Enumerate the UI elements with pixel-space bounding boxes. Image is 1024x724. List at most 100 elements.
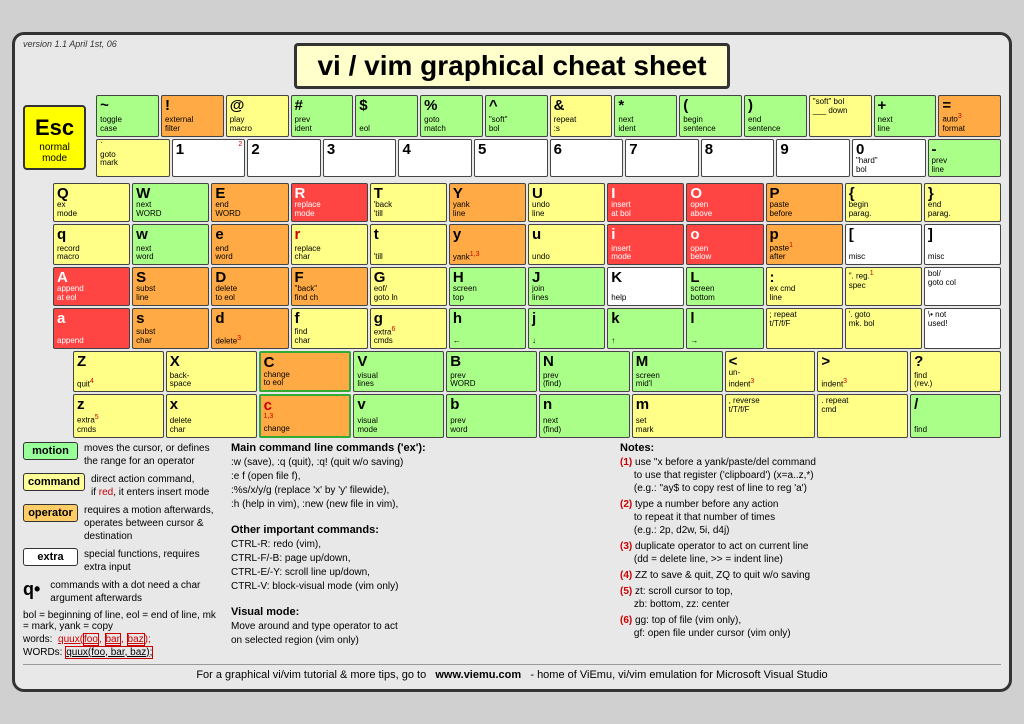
key-semicolon: ; repeatt/T/f/F (766, 308, 843, 349)
cmd-visual: Move around and type operator to act on … (231, 620, 612, 648)
dot-q-symbol: q• (23, 579, 40, 600)
legend-command: command direct action command,if red, it… (23, 473, 223, 499)
key-z: zextra5cmds (73, 394, 164, 437)
bottom-section: motion moves the cursor, or defines the … (23, 442, 1001, 658)
key-6: 6 (550, 139, 624, 178)
key-k: k↑ (607, 308, 684, 349)
key-V-upper: Vvisuallines (353, 351, 444, 392)
key-j: j↓ (528, 308, 605, 349)
key-slash: /find (910, 394, 1001, 437)
cmd-title: Main command line commands ('ex'): (231, 442, 612, 454)
key-l: l→ (686, 308, 763, 349)
key-M-upper: Mscreenmid'l (632, 351, 723, 392)
footer-suffix: - home of ViEmu, vi/vim emulation for Mi… (530, 669, 827, 681)
motion-badge: motion (23, 442, 78, 460)
key-J-upper: Jjoinlines (528, 267, 605, 306)
key-apostrophe: '. gotomk. bol (845, 308, 922, 349)
footer: For a graphical vi/vim tutorial & more t… (23, 664, 1001, 681)
key-1: 2 1 (172, 139, 246, 178)
commands-col: Main command line commands ('ex'): :w (s… (231, 442, 612, 658)
cmd-main: :w (save), :q (quit), :q! (quit w/o savi… (231, 456, 612, 512)
key-X-upper: Xback-space (166, 351, 257, 392)
key-equal: = auto3format (938, 95, 1001, 136)
key-caret: ^ "soft"bol (485, 95, 548, 136)
key-b: bprevword (446, 394, 537, 437)
legend-dot: q• commands with a dot need a char argum… (23, 579, 223, 605)
key-R-upper: Rreplacemode (291, 183, 368, 222)
dot-desc: commands with a dot need a char argument… (50, 579, 223, 605)
legend-operator: operator requires a motion afterwards, o… (23, 504, 223, 543)
key-backtick: `gotomark (96, 139, 170, 178)
key-comma: , reverset/T/f/F (725, 394, 816, 437)
key-backslash2: \• notused! (924, 308, 1001, 349)
note-5: (5) zt: scroll cursor to top, zb: bottom… (620, 585, 1001, 611)
notes-col: Notes: (1) use "x before a yank/paste/de… (620, 442, 1001, 658)
key-Z-upper: Zquit4 (73, 351, 164, 392)
key-9: 9 (776, 139, 850, 178)
key-dollar: $ eol (355, 95, 418, 136)
key-Q: Qexmode (53, 183, 130, 222)
key-v: vvisualmode (353, 394, 444, 437)
note-6: (6) gg: top of file (vim only), gf: open… (620, 614, 1001, 640)
key-gt: >indent3 (817, 351, 908, 392)
note-1: (1) use "x before a yank/paste/del comma… (620, 456, 1001, 495)
zxcv-row-lower: zextra5cmds xdeletechar c1,3change vvisu… (73, 394, 1001, 437)
key-O-upper: Oopenabove (686, 183, 763, 222)
key-x: xdeletechar (166, 394, 257, 437)
extra-badge: extra (23, 548, 78, 566)
key-A-upper: Aappendat eol (53, 267, 130, 306)
key-i: iinsertmode (607, 224, 684, 265)
key-7: 7 (625, 139, 699, 178)
key-5: 5 (474, 139, 548, 178)
zxcv-row-upper: Zquit4 Xback-space Cchangeto eol Vvisual… (73, 351, 1001, 392)
key-brace-close: }endparag. (924, 183, 1001, 222)
command-badge: command (23, 473, 85, 491)
key-F-upper: F"back"find ch (291, 267, 368, 306)
key-at: @ playmacro (226, 95, 289, 136)
key-w: wnextword (132, 224, 209, 265)
number-row: ~ togglecase ! externalfilter @ playmacr… (96, 95, 1001, 136)
key-c: c1,3change (259, 394, 352, 437)
motion-desc: moves the cursor, or defines the range f… (84, 442, 223, 468)
key-star: * nextident (614, 95, 677, 136)
key-n: nnext(find) (539, 394, 630, 437)
words-line2: WORDs: quux(foo, bar, baz); (23, 647, 223, 658)
key-amp: & repeat:s (550, 95, 613, 136)
cmd-visual-title: Visual mode: (231, 606, 612, 618)
key-q: qrecordmacro (53, 224, 130, 265)
header-row: Esc normalmode ~ togglecase ! externalfi… (23, 95, 1001, 179)
key-K-upper: Khelp (607, 267, 684, 306)
key-p: ppaste1after (766, 224, 843, 265)
command-desc: direct action command,if red, it enters … (91, 473, 209, 499)
qwerty-row-upper: Qexmode WnextWORD EendWORD Rreplacemode … (53, 183, 1001, 222)
key-I-upper: Iinsertat bol (607, 183, 684, 222)
cmd-other-title: Other important commands: (231, 524, 612, 536)
footer-text: For a graphical vi/vim tutorial & more t… (196, 669, 426, 681)
key-h: h← (449, 308, 526, 349)
key-f: ffindchar (291, 308, 368, 349)
key-C-upper: Cchangeto eol (259, 351, 352, 392)
key-period: . repeatcmd (817, 394, 908, 437)
key-W-upper: WnextWORD (132, 183, 209, 222)
key-exclaim: ! externalfilter (161, 95, 224, 136)
legend-motion: motion moves the cursor, or defines the … (23, 442, 223, 468)
key-quote2: "soft" bol___ down (809, 95, 872, 136)
key-S-upper: Ssubstline (132, 267, 209, 306)
key-hash: # prevident (291, 95, 354, 136)
words-line: words: quux(foo, bar, baz); (23, 634, 223, 645)
key-g: gextra6cmds (370, 308, 447, 349)
bol-line: bol = beginning of line, eol = end of li… (23, 610, 223, 632)
key-d: ddelete3 (211, 308, 288, 349)
version-label: version 1.1 April 1st, 06 (23, 39, 117, 49)
key-U-upper: Uundoline (528, 183, 605, 222)
key-lparen: ( beginsentence (679, 95, 742, 136)
asdf-row-upper: Aappendat eol Ssubstline Ddeleteto eol F… (53, 267, 1001, 306)
key-rparen: ) endsentence (744, 95, 807, 136)
key-E-upper: EendWORD (211, 183, 288, 222)
key-dquote: ". reg.1spec (845, 267, 922, 306)
key-backslash: bol/goto col (924, 267, 1001, 306)
legend-col: motion moves the cursor, or defines the … (23, 442, 223, 658)
key-percent: % gotomatch (420, 95, 483, 136)
note-3: (3) duplicate operator to act on current… (620, 540, 1001, 566)
operator-desc: requires a motion afterwards, operates b… (84, 504, 223, 543)
